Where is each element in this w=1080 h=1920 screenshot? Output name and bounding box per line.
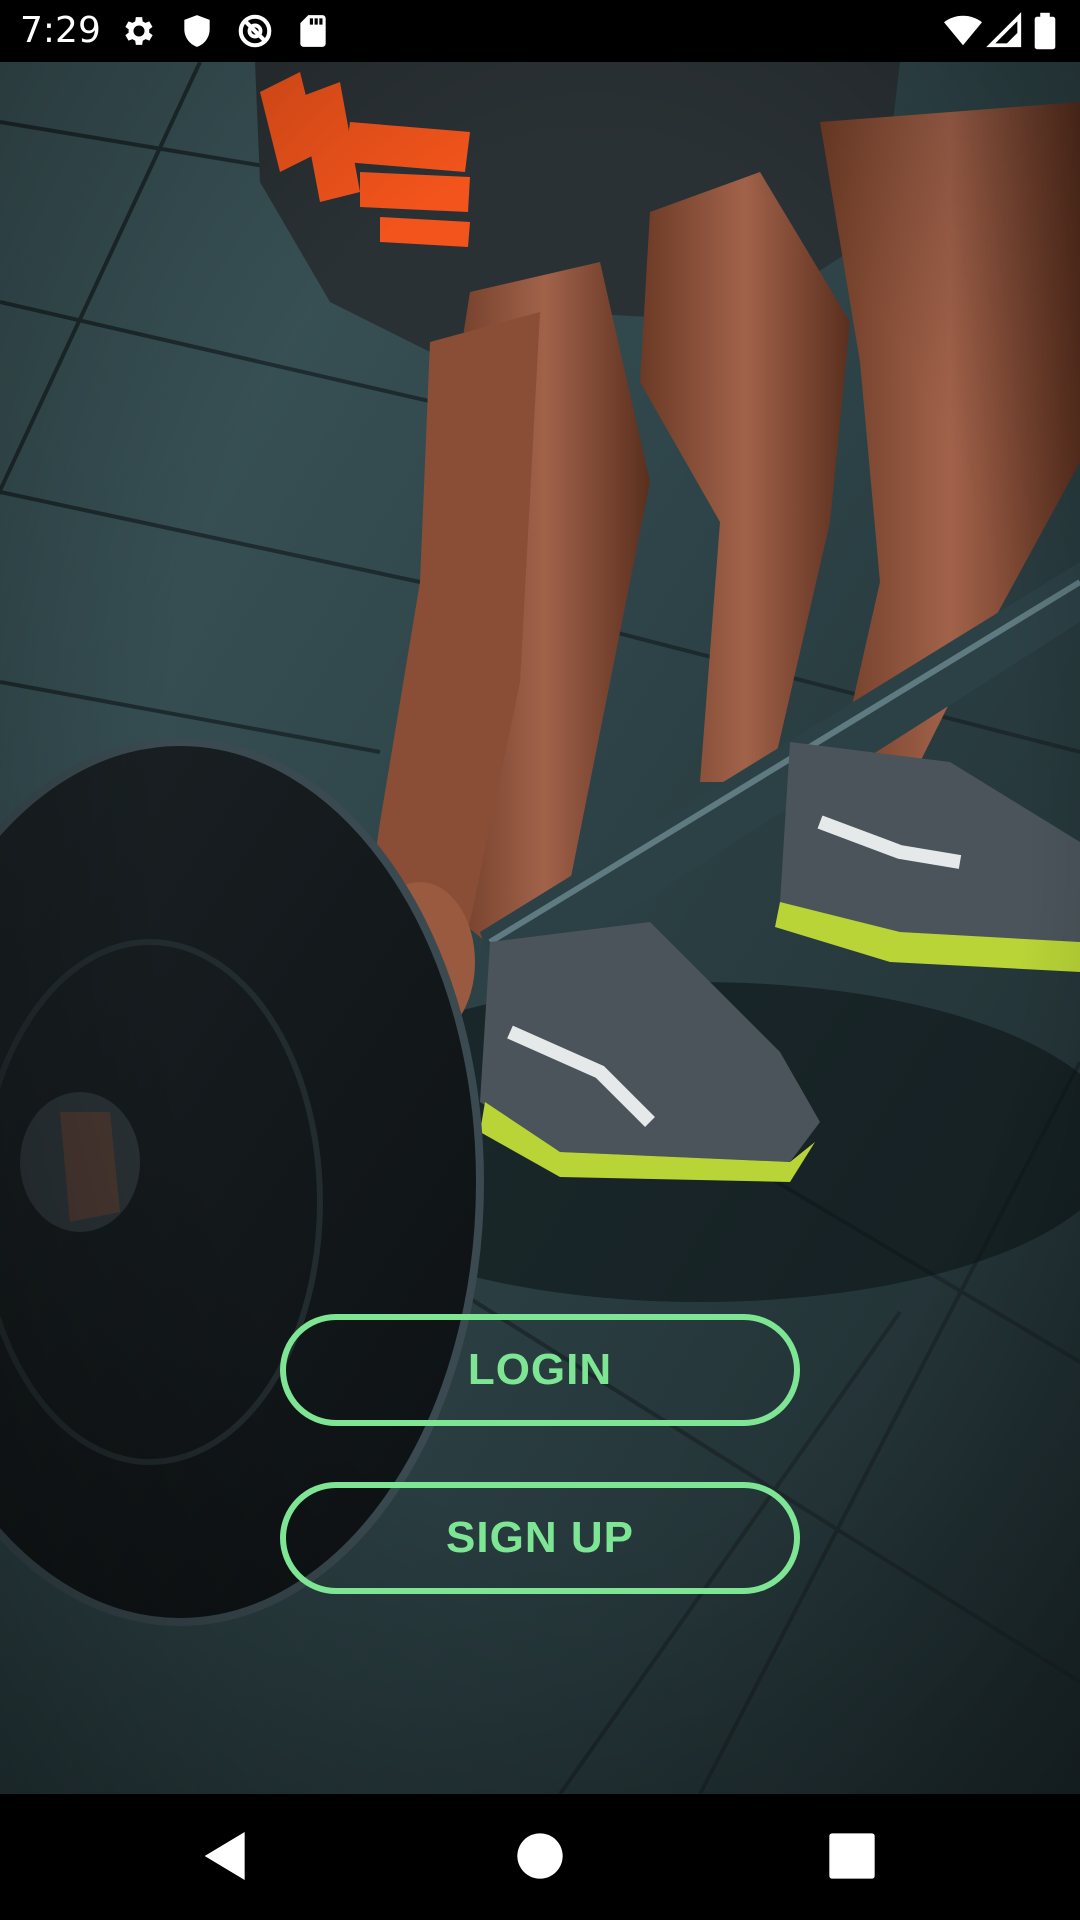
- back-icon[interactable]: [194, 1824, 258, 1888]
- welcome-screen: 7:29 LOGIN SIGN UP: [0, 0, 1080, 1920]
- status-bar: 7:29: [0, 0, 1080, 62]
- wifi-icon: [944, 12, 982, 50]
- battery-icon: [1030, 12, 1060, 50]
- navigation-bar: [0, 1794, 1080, 1920]
- gear-icon: [120, 12, 158, 50]
- signup-button[interactable]: SIGN UP: [280, 1482, 800, 1594]
- login-button[interactable]: LOGIN: [280, 1314, 800, 1426]
- sd-card-icon: [294, 12, 332, 50]
- shield-icon: [178, 12, 216, 50]
- sync-disabled-icon: [236, 12, 274, 50]
- cell-signal-icon: [986, 12, 1024, 50]
- home-icon[interactable]: [508, 1824, 572, 1888]
- recents-icon[interactable]: [820, 1824, 884, 1888]
- status-time: 7:29: [20, 10, 101, 51]
